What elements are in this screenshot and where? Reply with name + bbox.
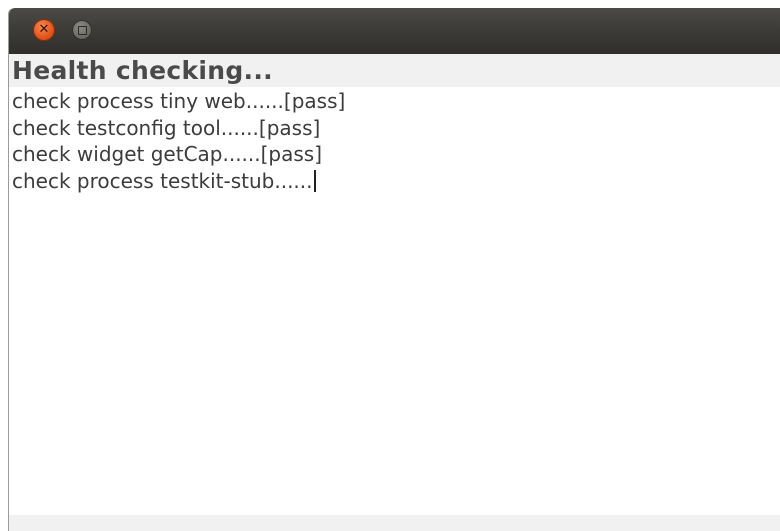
page-title: Health checking... xyxy=(12,56,273,85)
log-line: check testconfig tool......[pass] xyxy=(12,115,321,140)
maximize-icon xyxy=(78,26,87,35)
status-bar xyxy=(9,515,780,531)
app-window: ✕ Health checking... check process tiny … xyxy=(8,8,780,531)
log-line-text: check process testkit-stub...... xyxy=(12,168,313,193)
close-button[interactable]: ✕ xyxy=(33,19,55,41)
close-icon: ✕ xyxy=(38,22,50,37)
maximize-button[interactable] xyxy=(72,20,92,40)
log-line: check widget getCap......[pass] xyxy=(12,142,323,166)
log-line-current: check process testkit-stub...... xyxy=(12,168,345,195)
log-line: check process tiny web......[pass] xyxy=(12,89,346,113)
text-cursor xyxy=(313,169,316,192)
title-bar[interactable]: ✕ xyxy=(9,8,780,54)
log-output[interactable]: check process tiny web......[pass] check… xyxy=(12,88,345,194)
